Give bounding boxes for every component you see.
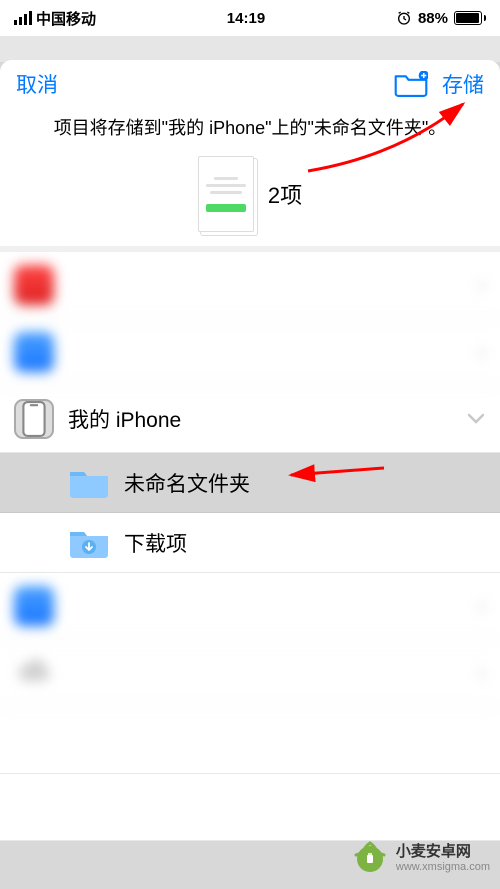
downloads-folder-icon [68, 527, 110, 559]
location-label: 我的 iPhone [68, 404, 452, 434]
preview-area: 2项 [0, 150, 500, 246]
alarm-icon [396, 10, 412, 26]
status-bar: 中国移动 14:19 88% [0, 0, 500, 36]
location-row[interactable]: › [0, 252, 500, 319]
location-row[interactable]: › [0, 640, 500, 707]
location-row-my-iphone[interactable]: 我的 iPhone [0, 386, 500, 453]
watermark-logo-icon [350, 839, 390, 879]
location-row[interactable]: › [0, 573, 500, 640]
save-description: 项目将存储到"我的 iPhone"上的"未命名文件夹"。 [0, 108, 500, 150]
app-icon [14, 586, 54, 626]
folder-icon [68, 467, 110, 499]
empty-row [0, 707, 500, 774]
chevron-right-icon: › [478, 659, 486, 687]
item-preview [198, 156, 254, 232]
app-icon [14, 332, 54, 372]
battery-pct: 88% [418, 10, 448, 27]
watermark-url: www.xmsigma.com [396, 861, 490, 874]
carrier-label: 中国移动 [36, 8, 96, 29]
cloud-icon [14, 653, 54, 693]
cancel-button[interactable]: 取消 [16, 69, 58, 99]
folder-label: 未命名文件夹 [124, 468, 486, 498]
app-icon [14, 265, 54, 305]
watermark-title: 小麦安卓网 [396, 843, 490, 861]
status-time: 14:19 [227, 10, 265, 27]
folder-label: 下载项 [124, 528, 486, 558]
save-sheet: 取消 存储 项目将存储到"我的 iPhone"上的"未命名文件夹"。 2项 [0, 60, 500, 246]
new-folder-icon[interactable] [394, 71, 428, 97]
signal-icon [14, 11, 32, 25]
iphone-icon [14, 399, 54, 439]
sheet-header: 取消 存储 [0, 60, 500, 108]
chevron-right-icon: › [478, 338, 486, 366]
watermark: 小麦安卓网 www.xmsigma.com [350, 839, 490, 879]
folder-row-unnamed[interactable]: 未命名文件夹 [0, 453, 500, 513]
battery-icon [454, 11, 486, 25]
chevron-right-icon: › [478, 271, 486, 299]
item-count: 2项 [268, 178, 302, 210]
status-left: 中国移动 [14, 8, 96, 29]
sheet-backdrop [0, 36, 500, 62]
location-list: › › 我的 iPhone 未命名文件夹 下载项 [0, 252, 500, 841]
save-button[interactable]: 存储 [442, 69, 484, 99]
empty-row [0, 774, 500, 841]
chevron-right-icon: › [478, 592, 486, 620]
chevron-down-icon [466, 409, 486, 429]
status-right: 88% [396, 10, 486, 27]
location-row[interactable]: › [0, 319, 500, 386]
folder-row-downloads[interactable]: 下载项 [0, 513, 500, 573]
